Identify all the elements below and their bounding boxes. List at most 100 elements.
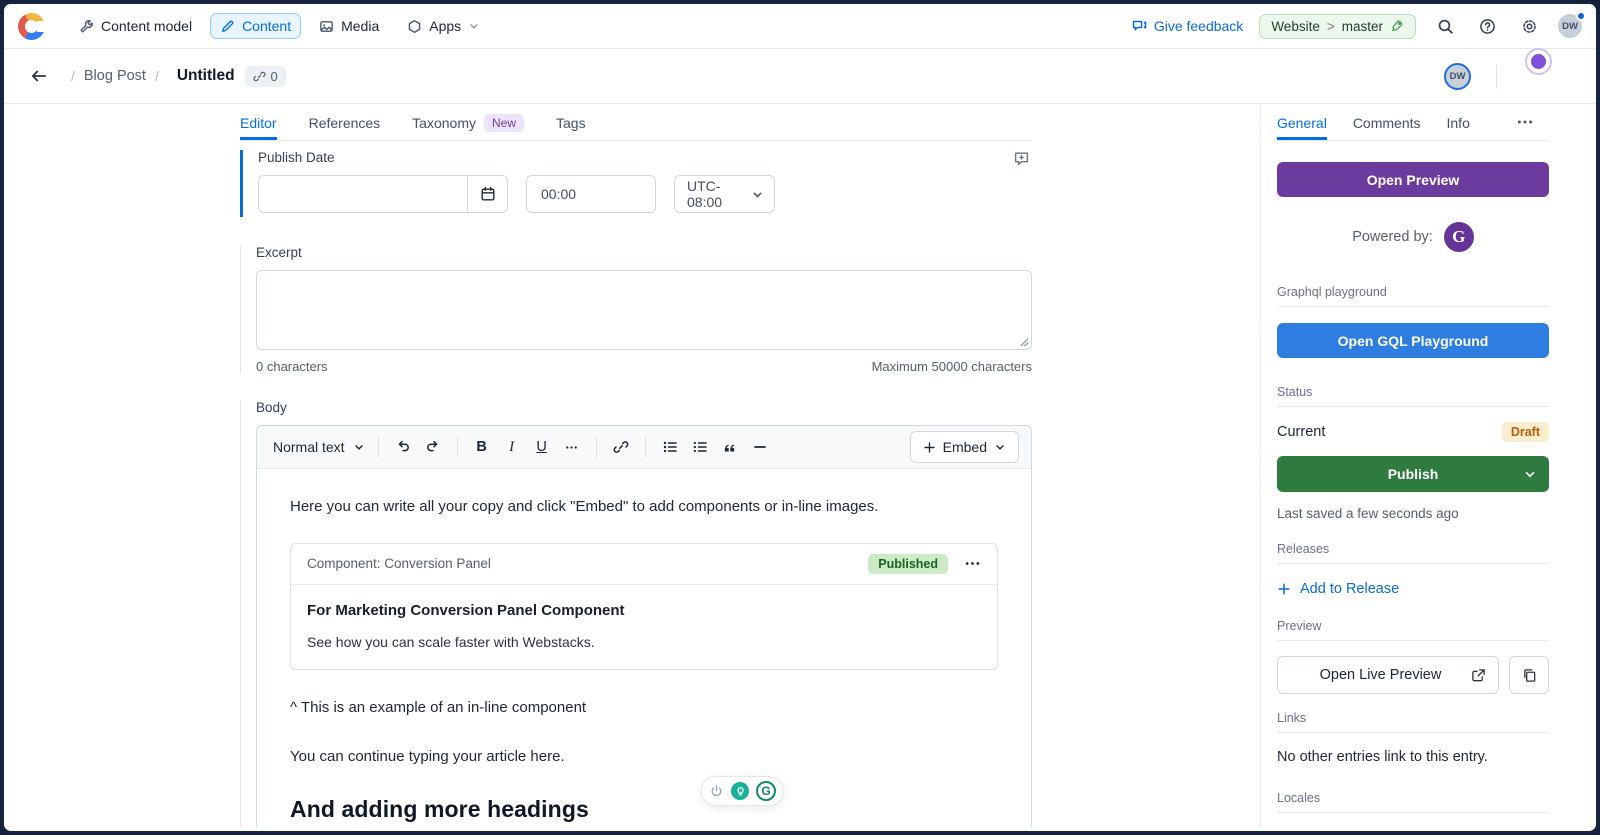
- embedded-component-type: Component: Conversion Panel: [307, 556, 868, 571]
- links-section-title: Links: [1277, 711, 1549, 733]
- tab-tags-label: Tags: [556, 115, 586, 131]
- excerpt-textarea[interactable]: [256, 270, 1032, 350]
- topnav-right: Give feedback Website > master: [1131, 13, 1582, 39]
- search-icon: [1437, 18, 1454, 35]
- tab-comments[interactable]: Comments: [1353, 104, 1421, 140]
- embedded-component-title: For Marketing Conversion Panel Component: [307, 602, 981, 619]
- time-input[interactable]: 00:00: [526, 175, 656, 213]
- bold-button[interactable]: B: [467, 432, 497, 462]
- text-style-select[interactable]: Normal text: [269, 439, 369, 455]
- publish-button[interactable]: Publish: [1277, 456, 1549, 492]
- open-live-preview-label: Open Live Preview: [1290, 667, 1471, 683]
- embedded-component-card[interactable]: Component: Conversion Panel Published Fo…: [290, 543, 998, 670]
- search-button[interactable]: [1432, 13, 1458, 39]
- last-saved-text: Last saved a few seconds ago: [1277, 506, 1549, 521]
- add-comment-icon[interactable]: [1013, 150, 1030, 167]
- timezone-select[interactable]: UTC-08:00: [674, 175, 775, 213]
- body-paragraph-intro: Here you can write all your copy and cli…: [290, 496, 998, 518]
- publish-date-field: Publish Date 00:00: [240, 150, 1032, 217]
- publish-button-label: Publish: [1388, 466, 1439, 482]
- power-icon: [709, 784, 724, 799]
- date-input[interactable]: [259, 176, 467, 212]
- embed-button-label: Embed: [943, 439, 987, 455]
- text-style-value: Normal text: [273, 439, 345, 455]
- rocket-icon: [1390, 19, 1404, 33]
- open-live-preview-button[interactable]: Open Live Preview: [1277, 656, 1499, 694]
- nav-content[interactable]: Content: [210, 13, 301, 39]
- toolbar-divider: [645, 436, 646, 458]
- copy-icon: [1522, 668, 1537, 683]
- entry-title: Untitled: [177, 67, 235, 85]
- rich-text-editor: Normal text: [256, 425, 1032, 827]
- give-feedback-label: Give feedback: [1154, 18, 1244, 34]
- blockquote-button[interactable]: [715, 432, 745, 462]
- rich-text-content[interactable]: Here you can write all your copy and cli…: [257, 469, 1031, 827]
- powered-by-row: Powered by: G: [1277, 222, 1549, 252]
- environment-space: Website: [1271, 19, 1320, 34]
- settings-button[interactable]: [1516, 13, 1542, 39]
- ordered-list-button[interactable]: [685, 432, 715, 462]
- unordered-list-button[interactable]: [655, 432, 685, 462]
- embedded-component-header: Component: Conversion Panel Published: [291, 544, 997, 585]
- tab-tags[interactable]: Tags: [556, 104, 586, 140]
- undo-button[interactable]: [388, 432, 418, 462]
- tab-general[interactable]: General: [1277, 104, 1327, 140]
- tab-editor[interactable]: Editor: [240, 104, 277, 140]
- copy-preview-url-button[interactable]: [1509, 656, 1549, 694]
- underline-button[interactable]: U: [527, 432, 557, 462]
- tab-info-label: Info: [1447, 115, 1470, 131]
- body-label: Body: [256, 400, 1032, 415]
- back-button[interactable]: [30, 67, 48, 85]
- add-to-release-label: Add to Release: [1300, 581, 1399, 597]
- embed-button[interactable]: Embed: [910, 431, 1019, 463]
- entry-links-count[interactable]: 0: [245, 66, 286, 87]
- locales-section-title: Locales: [1277, 791, 1549, 813]
- tab-info[interactable]: Info: [1447, 104, 1470, 140]
- excerpt-char-count: 0 characters: [256, 359, 328, 374]
- toolbar-divider: [457, 436, 458, 458]
- help-button[interactable]: [1474, 13, 1500, 39]
- nav-media[interactable]: Media: [309, 13, 389, 39]
- add-to-release-link[interactable]: Add to Release: [1277, 581, 1549, 597]
- link-icon: [253, 70, 266, 83]
- nav-content-model[interactable]: Content model: [69, 13, 202, 39]
- breadcrumb-content-type[interactable]: Blog Post: [84, 68, 146, 84]
- excerpt-counters: 0 characters Maximum 50000 characters: [256, 359, 1032, 374]
- toolbar-divider: [596, 436, 597, 458]
- more-formatting-button[interactable]: [557, 432, 587, 462]
- tab-references[interactable]: References: [309, 104, 381, 140]
- draft-badge: Draft: [1502, 422, 1549, 442]
- chevron-down-icon: [353, 441, 365, 453]
- chevron-down-icon: [994, 441, 1006, 453]
- date-input-group: [258, 175, 508, 213]
- new-badge: New: [484, 114, 524, 132]
- tab-taxonomy[interactable]: Taxonomy New: [412, 104, 524, 140]
- environment-badge[interactable]: Website > master: [1259, 14, 1416, 39]
- tab-references-label: References: [309, 115, 381, 131]
- publish-date-label: Publish Date: [258, 150, 1032, 165]
- open-preview-button[interactable]: Open Preview: [1277, 162, 1549, 197]
- component-actions-menu[interactable]: [964, 555, 981, 572]
- status-section-title: Status: [1277, 385, 1549, 407]
- entry-sidebar: General Comments Info Open Preview Power…: [1260, 104, 1596, 827]
- redo-button[interactable]: [418, 432, 448, 462]
- give-feedback-link[interactable]: Give feedback: [1131, 18, 1244, 34]
- contentful-logo[interactable]: [18, 13, 45, 40]
- preview-section-title: Preview: [1277, 619, 1549, 641]
- calendar-button[interactable]: [467, 176, 507, 212]
- environment-separator: >: [1327, 19, 1335, 34]
- tab-general-label: General: [1277, 115, 1327, 131]
- gatsby-logo-letter: G: [1452, 227, 1465, 247]
- open-gql-playground-button[interactable]: Open GQL Playground: [1277, 323, 1549, 358]
- user-avatar-initials: DW: [1562, 21, 1578, 32]
- italic-button[interactable]: I: [497, 432, 527, 462]
- grammarly-widget[interactable]: G: [701, 776, 784, 806]
- horizontal-rule-button[interactable]: [745, 432, 775, 462]
- hyperlink-button[interactable]: [606, 432, 636, 462]
- collaborator-avatar[interactable]: DW: [1444, 63, 1471, 90]
- user-avatar[interactable]: DW: [1558, 14, 1582, 38]
- graphql-section-title: Graphql playground: [1277, 285, 1549, 307]
- publish-dropdown-chevron[interactable]: [1523, 467, 1537, 481]
- presence-indicator[interactable]: [1525, 48, 1552, 75]
- nav-apps[interactable]: Apps: [397, 13, 490, 39]
